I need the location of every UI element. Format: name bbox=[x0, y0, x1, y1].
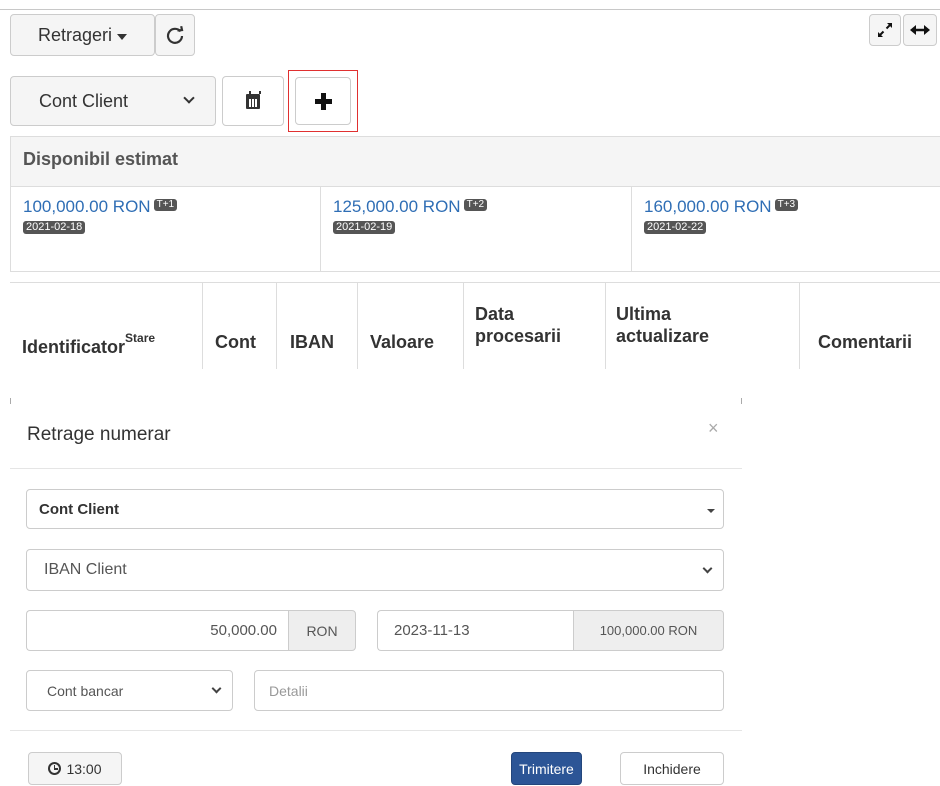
col-header-cont[interactable]: Cont bbox=[215, 331, 256, 353]
account-select[interactable]: Cont Client bbox=[10, 76, 216, 126]
time-label: 13:00 bbox=[66, 760, 102, 777]
calendar-button[interactable] bbox=[222, 76, 284, 126]
clock-icon bbox=[48, 762, 62, 775]
col-divider bbox=[357, 283, 358, 369]
available-panel-header: Disponibil estimat bbox=[11, 137, 940, 187]
currency-addon: RON bbox=[288, 610, 356, 651]
calendar-icon bbox=[246, 90, 261, 109]
amount-input[interactable]: 50,000.00 bbox=[26, 610, 289, 651]
arrows-horizontal-icon bbox=[910, 25, 930, 35]
settlement-badge: T+3 bbox=[774, 199, 799, 211]
time-button[interactable]: 13:00 bbox=[28, 752, 122, 785]
caret-down-icon bbox=[707, 509, 715, 513]
retrageri-dropdown-button[interactable]: Retrageri bbox=[10, 14, 155, 56]
settlement-badge: T+1 bbox=[153, 199, 178, 211]
submit-button[interactable]: Trimitere bbox=[511, 752, 582, 785]
modal-account-select[interactable]: Cont Client bbox=[26, 489, 724, 529]
details-input[interactable]: Detalii bbox=[254, 670, 724, 711]
withdraw-modal: Retrage numerar × Cont Client IBAN Clien… bbox=[10, 398, 742, 786]
available-amount: 160,000.00 RON bbox=[644, 197, 772, 216]
available-item: 100,000.00 RON T+1 2021-02-18 bbox=[11, 187, 321, 271]
retrageri-label: Retrageri bbox=[37, 24, 113, 45]
col-divider bbox=[605, 283, 606, 369]
chevron-down-icon bbox=[183, 92, 195, 104]
plus-icon bbox=[314, 92, 332, 110]
modal-footer-divider bbox=[10, 730, 742, 731]
modal-close-icon[interactable]: × bbox=[708, 418, 719, 439]
modal-corner bbox=[10, 398, 11, 404]
available-date: 2021-02-18 bbox=[23, 221, 86, 234]
modal-iban-select[interactable]: IBAN Client bbox=[26, 549, 724, 591]
modal-header-divider bbox=[10, 468, 742, 469]
expand-icon bbox=[878, 23, 892, 37]
refresh-button[interactable] bbox=[155, 14, 195, 56]
modal-iban-select-value: IBAN Client bbox=[44, 561, 127, 578]
date-input[interactable]: 2023-11-13 bbox=[377, 610, 574, 651]
available-date: 2021-02-19 bbox=[333, 221, 396, 234]
fit-width-button[interactable] bbox=[903, 14, 937, 46]
expand-button[interactable] bbox=[869, 14, 901, 46]
col-header-iban[interactable]: IBAN bbox=[290, 331, 334, 353]
col-header-comentarii[interactable]: Comentarii bbox=[818, 331, 912, 353]
amount-value: 50,000.00 bbox=[210, 622, 277, 639]
col-divider bbox=[799, 283, 800, 369]
chevron-down-icon bbox=[702, 563, 713, 574]
col-header-valoare[interactable]: Valoare bbox=[370, 331, 434, 353]
col-header-data-procesarii[interactable]: Data procesarii bbox=[475, 303, 561, 347]
refresh-icon bbox=[166, 25, 184, 44]
col-divider bbox=[276, 283, 277, 369]
available-panel: Disponibil estimat 100,000.00 RON T+1 202… bbox=[10, 136, 940, 272]
date-value: 2023-11-13 bbox=[394, 622, 470, 639]
available-amount: 125,000.00 RON bbox=[333, 197, 461, 216]
available-amount: 100,000.00 RON bbox=[23, 197, 151, 216]
settlement-badge: T+2 bbox=[463, 199, 488, 211]
details-placeholder: Detalii bbox=[269, 682, 308, 699]
caret-down-icon bbox=[117, 33, 128, 40]
col-divider bbox=[463, 283, 464, 369]
add-withdrawal-button[interactable] bbox=[288, 70, 358, 132]
modal-title: Retrage numerar bbox=[27, 424, 171, 445]
bank-account-select[interactable]: Cont bancar bbox=[26, 670, 233, 711]
close-button[interactable]: Inchidere bbox=[620, 752, 724, 785]
col-header-identificator[interactable]: IdentificatorStare bbox=[22, 331, 155, 358]
available-date: 2021-02-22 bbox=[644, 221, 707, 234]
modal-corner bbox=[741, 398, 742, 404]
account-select-value: Cont Client bbox=[39, 90, 129, 111]
modal-account-select-value: Cont Client bbox=[39, 500, 119, 518]
available-item: 160,000.00 RON T+3 2021-02-22 bbox=[632, 187, 940, 271]
chevron-down-icon bbox=[211, 683, 222, 694]
col-header-ultima-actualizare[interactable]: Ultima actualizare bbox=[616, 303, 709, 347]
col-header-stare[interactable]: Stare bbox=[125, 331, 155, 345]
available-item: 125,000.00 RON T+2 2021-02-19 bbox=[321, 187, 632, 271]
top-divider bbox=[0, 9, 940, 10]
available-title: Disponibil estimat bbox=[23, 149, 179, 169]
available-amount-addon: 100,000.00 RON bbox=[573, 610, 724, 651]
col-divider bbox=[202, 283, 203, 369]
bank-account-select-value: Cont bancar bbox=[47, 682, 124, 699]
